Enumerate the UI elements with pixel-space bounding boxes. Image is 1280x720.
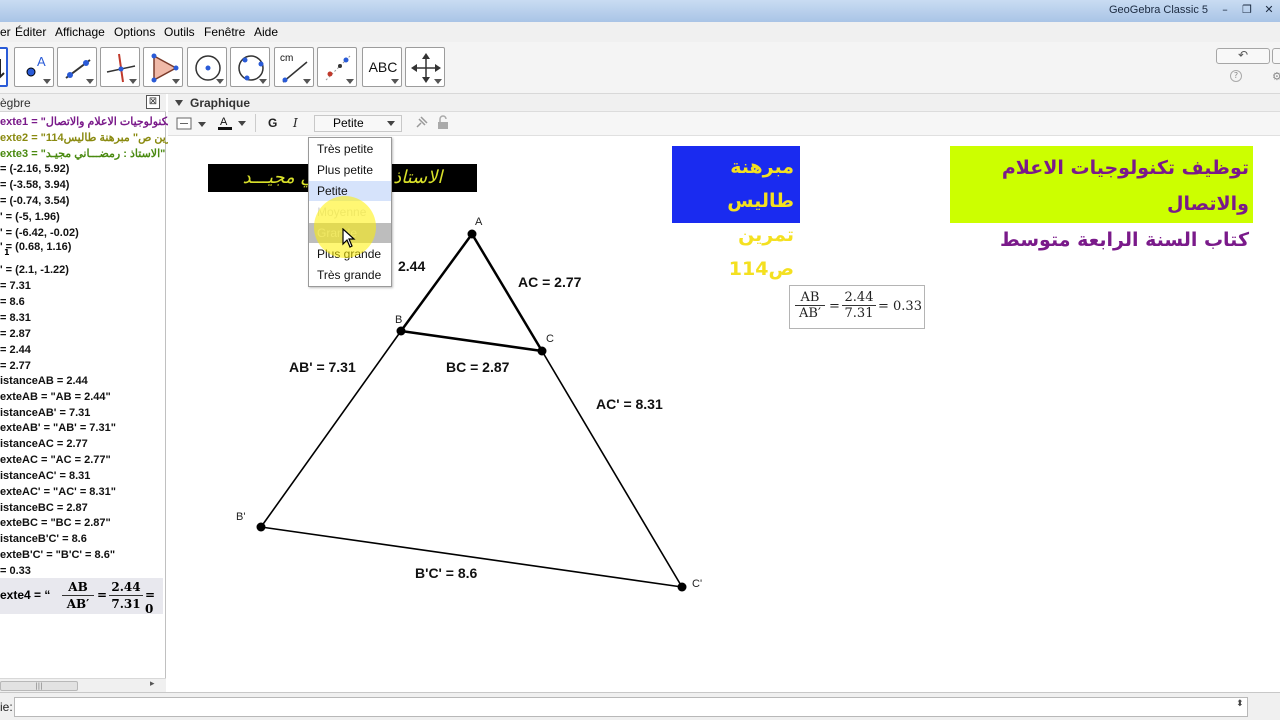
thales-banner[interactable]: مبرهنة طاليس تمرين ص114 <box>672 146 800 280</box>
point-a[interactable] <box>467 229 477 239</box>
label-bc-length: BC = 2.87 <box>446 359 510 375</box>
size-option-plus-petite[interactable]: Plus petite <box>309 160 391 180</box>
input-field[interactable] <box>14 697 1248 717</box>
label-b: B <box>395 314 402 326</box>
segment-bc[interactable] <box>400 329 543 353</box>
label-b-prime: B' <box>236 511 245 523</box>
tice-banner[interactable]: توظيف تكنولوجيات الاعلام والاتصال كتاب ا… <box>950 146 1253 251</box>
ratio-result: = 0.33 <box>878 299 922 314</box>
input-label: ie: <box>0 700 13 714</box>
exercise-label: تمرين ص114 <box>728 224 794 280</box>
mouse-cursor-icon <box>342 228 356 248</box>
input-spinner-icon[interactable]: ⬍ <box>1236 699 1244 709</box>
label-bpcp-length: B'C' = 8.6 <box>415 565 478 581</box>
segment-ab[interactable] <box>399 233 474 332</box>
size-option-tres-petite[interactable]: Très petite <box>309 139 391 159</box>
label-a: A <box>475 216 483 228</box>
label-c: C <box>546 333 554 345</box>
ratio-fraction-left: AB AB′ <box>795 290 825 322</box>
length-labels: 2.44 AC = 2.77 BC = 2.87 AB' = 7.31 AC' … <box>289 258 663 581</box>
point-b-prime[interactable] <box>256 522 266 532</box>
size-option-tres-grande[interactable]: Très grande <box>309 265 391 285</box>
tice-title: توظيف تكنولوجيات الاعلام والاتصال <box>1001 157 1249 215</box>
point-c-prime[interactable] <box>677 582 687 592</box>
input-bar: ie: ⬍ <box>0 692 1280 720</box>
label-acp-length: AC' = 8.31 <box>596 396 663 412</box>
geometry-canvas: A B C B' C' 2.44 AC = 2.77 BC = 2.87 AB'… <box>236 216 702 592</box>
label-c-prime: C' <box>692 578 702 590</box>
thales-title: مبرهنة طاليس <box>727 156 794 212</box>
point-b[interactable] <box>396 326 406 336</box>
book-label: كتاب السنة الرابعة متوسط <box>1000 229 1249 251</box>
label-ab-length: 2.44 <box>398 258 425 274</box>
point-c[interactable] <box>537 346 547 356</box>
segment-ac[interactable] <box>470 233 544 352</box>
segment-ccp[interactable] <box>541 350 683 588</box>
ratio-equals: = <box>829 299 840 314</box>
ratio-fraction-right: 2.44 7.31 <box>842 290 876 322</box>
label-ac-length: AC = 2.77 <box>518 274 582 290</box>
ratio-formula-box[interactable]: AB AB′ = 2.44 7.31 = 0.33 <box>789 285 925 329</box>
label-abp-length: AB' = 7.31 <box>289 359 356 375</box>
geogebra-window: GeoGebra Classic 5 – ❐ ✕ er Éditer Affic… <box>0 0 1280 720</box>
